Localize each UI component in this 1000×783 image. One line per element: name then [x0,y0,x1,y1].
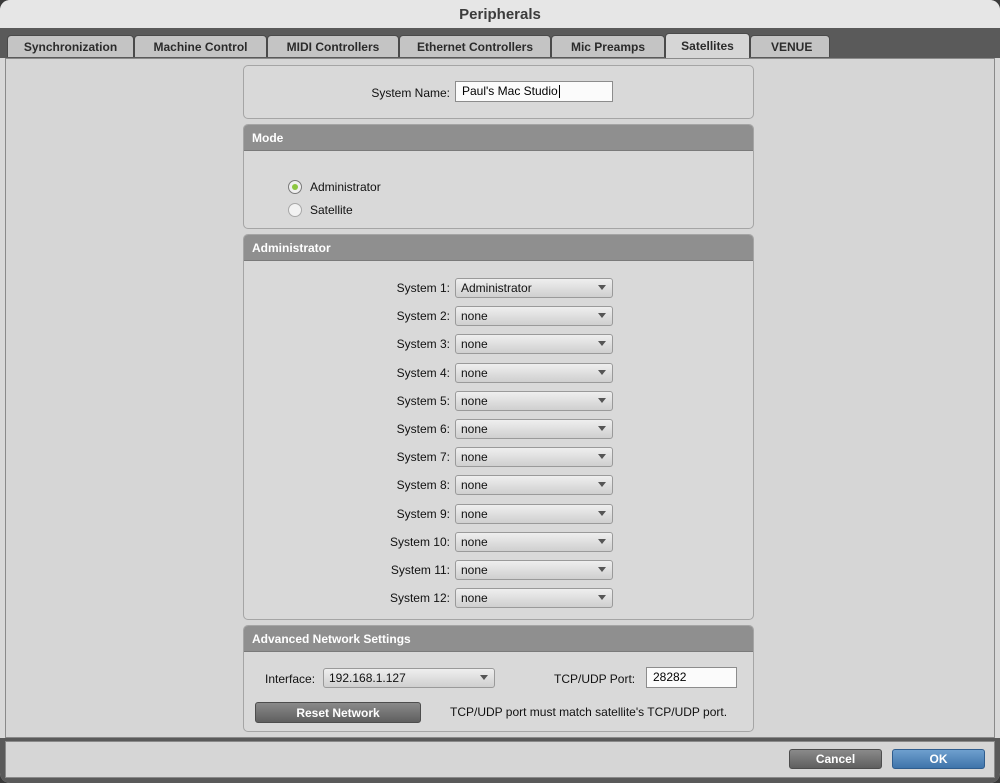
system-3-value: none [461,337,488,351]
system-3-label: System 3: [396,337,450,351]
system-8-value: none [461,478,488,492]
system-6-select[interactable]: none [455,419,613,439]
tab-ethernet-controllers[interactable]: Ethernet Controllers [399,35,551,57]
tab-mic-preamps[interactable]: Mic Preamps [551,35,665,57]
network-panel: Advanced Network Settings Interface: 192… [243,625,754,732]
radio-satellite[interactable] [288,203,302,217]
dropdown-arrow-icon [598,454,606,459]
text-caret [558,85,560,99]
system-10-value: none [461,535,488,549]
system-7-label: System 7: [396,450,450,464]
system-7-select[interactable]: none [455,447,613,467]
footer-bar: Cancel OK [0,738,1000,783]
system-9-value: none [461,507,488,521]
system-1-select[interactable]: Administrator [455,278,613,298]
dropdown-arrow-icon [598,341,606,346]
dropdown-arrow-icon [598,285,606,290]
port-label: TCP/UDP Port: [554,672,636,686]
radio-satellite-label[interactable]: Satellite [310,203,353,217]
tab-midi-controllers[interactable]: MIDI Controllers [267,35,399,57]
tab-bar: Synchronization Machine Control MIDI Con… [0,28,1000,58]
dropdown-arrow-icon [598,539,606,544]
system-12-value: none [461,591,488,605]
system-11-select[interactable]: none [455,560,613,580]
mode-panel: Mode Administrator Satellite [243,124,754,229]
administrator-header: Administrator [244,235,753,261]
port-note: TCP/UDP port must match satellite's TCP/… [450,705,728,719]
system-4-label: System 4: [396,366,450,380]
system-2-label: System 2: [396,309,450,323]
interface-value: 192.168.1.127 [329,671,406,685]
system-2-value: none [461,309,488,323]
tab-machine-control[interactable]: Machine Control [134,35,267,57]
tab-venue[interactable]: VENUE [750,35,830,57]
dropdown-arrow-icon [598,595,606,600]
interface-label: Interface: [265,672,316,686]
dropdown-arrow-icon [598,370,606,375]
tab-synchronization[interactable]: Synchronization [7,35,134,57]
radio-administrator[interactable] [288,180,302,194]
radio-administrator-label[interactable]: Administrator [310,180,381,194]
interface-select[interactable]: 192.168.1.127 [323,668,495,688]
reset-network-button[interactable]: Reset Network [255,702,421,723]
system-4-value: none [461,366,488,380]
system-11-value: none [461,563,488,577]
system-9-select[interactable]: none [455,504,613,524]
port-field[interactable]: 28282 [646,667,737,688]
system-11-label: System 11: [390,563,450,577]
system-8-label: System 8: [396,478,450,492]
dropdown-arrow-icon [598,426,606,431]
system-12-select[interactable]: none [455,588,613,608]
mode-header: Mode [244,125,753,151]
administrator-panel: Administrator System 1: Administrator Sy… [243,234,754,620]
dropdown-arrow-icon [598,567,606,572]
dropdown-arrow-icon [480,675,488,680]
dropdown-arrow-icon [598,482,606,487]
system-6-label: System 6: [396,422,450,436]
system-name-value: Paul's Mac Studio [462,84,558,98]
peripherals-window: Peripherals Synchronization Machine Cont… [0,0,1000,783]
system-10-label: System 10: [389,535,450,549]
ok-button[interactable]: OK [892,749,985,769]
system-name-label: System Name: [371,86,450,100]
dropdown-arrow-icon [598,511,606,516]
system-6-value: none [461,422,488,436]
network-header: Advanced Network Settings [244,626,753,652]
system-3-select[interactable]: none [455,334,613,354]
system-4-select[interactable]: none [455,363,613,383]
system-2-select[interactable]: none [455,306,613,326]
dropdown-arrow-icon [598,313,606,318]
system-8-select[interactable]: none [455,475,613,495]
system-5-select[interactable]: none [455,391,613,411]
cancel-button[interactable]: Cancel [789,749,882,769]
system-5-value: none [461,394,488,408]
dropdown-arrow-icon [598,398,606,403]
tab-satellites[interactable]: Satellites [665,33,750,58]
title-bar: Peripherals [0,0,1000,29]
system-7-value: none [461,450,488,464]
system-name-panel: System Name: Paul's Mac Studio [243,65,754,119]
system-1-value: Administrator [461,281,532,295]
system-1-label: System 1: [396,281,450,295]
system-5-label: System 5: [396,394,450,408]
system-10-select[interactable]: none [455,532,613,552]
system-name-field[interactable]: Paul's Mac Studio [455,81,613,102]
system-9-label: System 9: [396,507,450,521]
system-12-label: System 12: [389,591,450,605]
window-title: Peripherals [459,5,541,23]
